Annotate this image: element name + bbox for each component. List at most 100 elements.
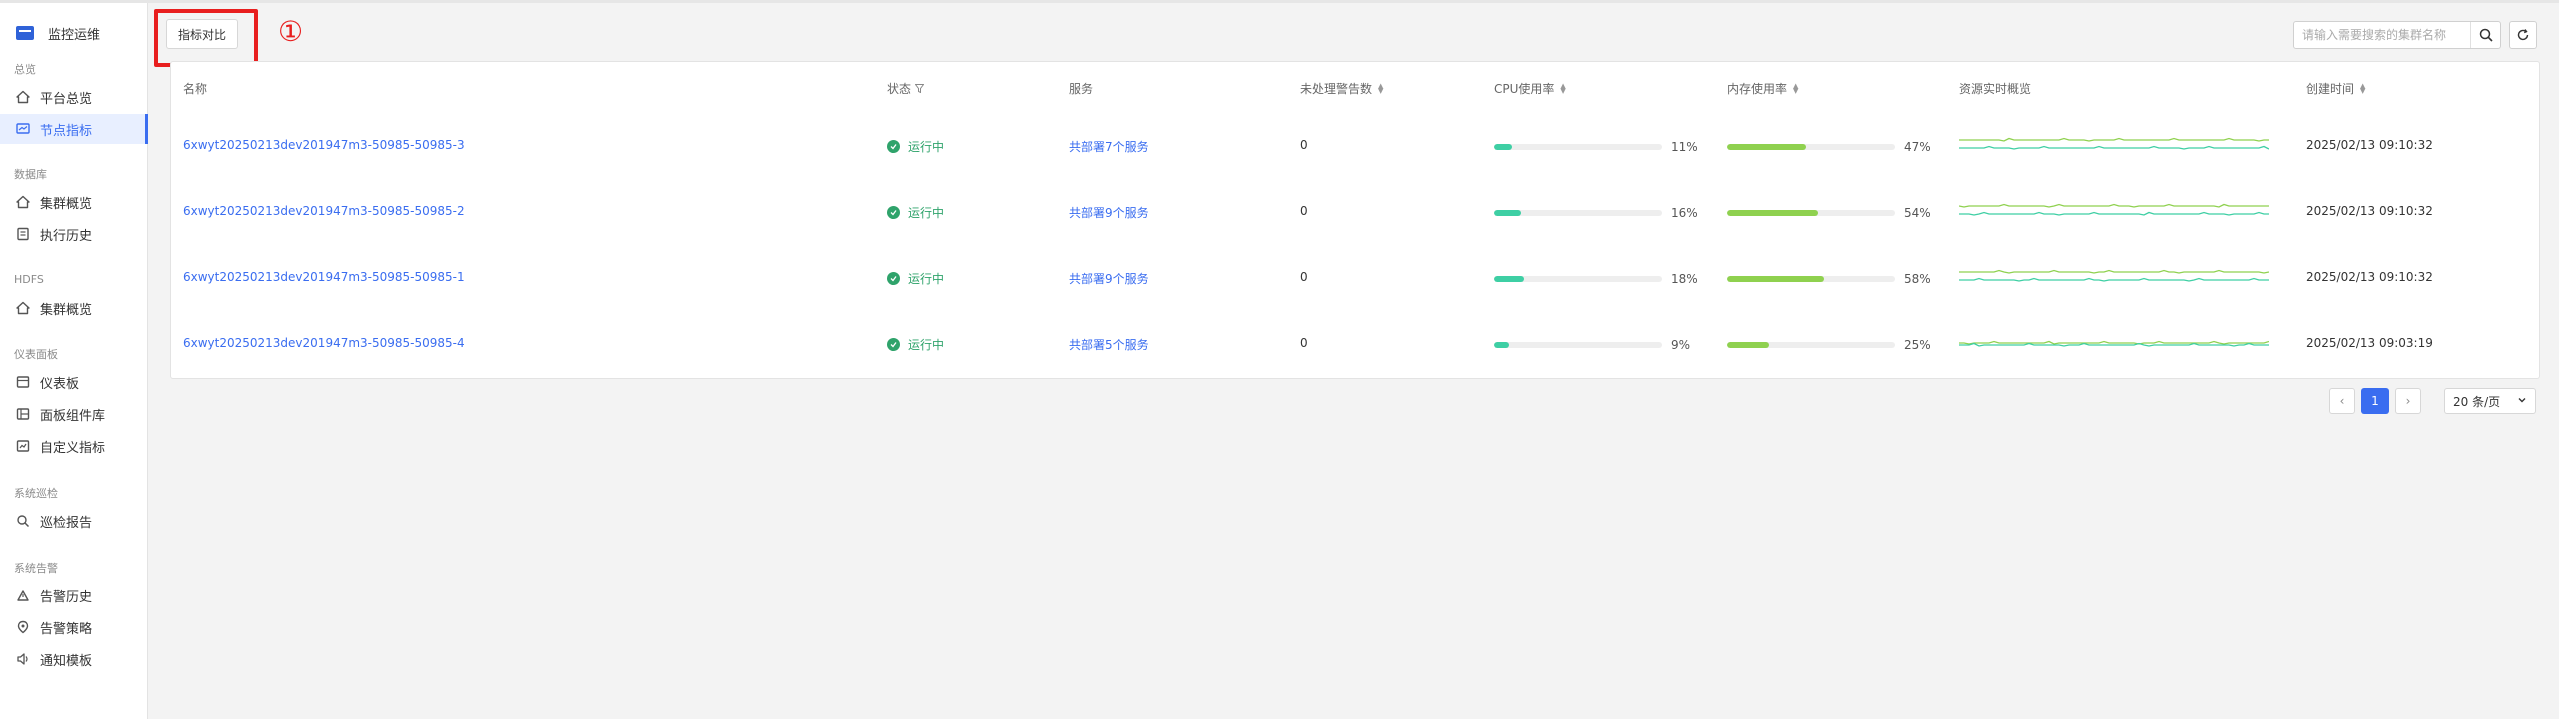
sidebar-group-inspection: 系统巡检	[14, 487, 58, 500]
cluster-search-input[interactable]	[2294, 22, 2470, 48]
column-label: 状态	[887, 82, 912, 96]
memory-usage-value: 25%	[1904, 338, 1931, 352]
filter-icon[interactable]	[914, 82, 925, 96]
service-link[interactable]: 共部署5个服务	[1069, 336, 1149, 353]
cpu-sparkline	[1959, 277, 2269, 282]
running-icon	[887, 140, 900, 153]
report-search-icon	[16, 514, 30, 528]
policy-icon	[16, 620, 30, 634]
sidebar-item-inspection-report[interactable]: 巡检报告	[0, 506, 148, 536]
sidebar-item-label: 自定义指标	[40, 440, 106, 456]
status-text: 运行中	[908, 338, 945, 352]
sidebar-item-custom-metrics[interactable]: 自定义指标	[0, 431, 148, 461]
sidebar-group-database: 数据库	[14, 168, 47, 181]
metric-compare-button[interactable]: 指标对比	[166, 19, 238, 49]
sidebar-group-overview: 总览	[14, 63, 36, 76]
running-icon	[887, 272, 900, 285]
sidebar-group-dashboards: 仪表面板	[14, 348, 58, 361]
sidebar-item-execution-history[interactable]: 执行历史	[0, 219, 148, 249]
resource-sparkline	[1959, 269, 2269, 282]
sidebar-item-alert-policy[interactable]: 告警策略	[0, 612, 148, 642]
status-badge: 运行中	[887, 336, 944, 353]
memory-sparkline	[1959, 269, 2269, 274]
column-alerts[interactable]: 未处理警告数 ▲ ▼	[1300, 80, 1383, 97]
home-icon	[16, 90, 30, 104]
resource-sparkline	[1959, 340, 2269, 347]
memory-usage-bar	[1727, 210, 1895, 216]
table-row: 6xwyt20250213dev201947m3-50985-50985-3 运行…	[171, 114, 2539, 180]
memory-usage-fill	[1727, 144, 1806, 150]
sort-icon[interactable]: ▲ ▼	[1378, 82, 1383, 94]
memory-usage-bar	[1727, 342, 1895, 348]
table-header: 名称 状态 服务 未处理警告数 ▲ ▼ CPU使用率 ▲ ▼ 内存使用率 ▲ ▼ 资源实时概…	[171, 62, 2539, 114]
column-label: 创建时间	[2306, 82, 2355, 96]
node-name-link[interactable]: 6xwyt20250213dev201947m3-50985-50985-4	[183, 336, 465, 350]
cpu-usage-value: 16%	[1671, 206, 1698, 220]
column-realtime: 资源实时概览	[1959, 80, 2031, 97]
column-label: CPU使用率	[1494, 82, 1555, 96]
sidebar-group-hdfs: HDFS	[14, 273, 44, 286]
sort-icon[interactable]: ▲ ▼	[2360, 82, 2365, 94]
cpu-usage-value: 18%	[1671, 272, 1698, 286]
dashboard-icon	[16, 375, 30, 389]
service-link[interactable]: 共部署9个服务	[1069, 270, 1149, 287]
cpu-usage-fill	[1494, 342, 1510, 348]
sidebar-item-label: 平台总览	[40, 91, 93, 107]
cpu-usage-value: 9%	[1671, 338, 1691, 352]
cpu-usage-bar	[1494, 144, 1662, 150]
node-name-link[interactable]: 6xwyt20250213dev201947m3-50985-50985-3	[183, 138, 465, 152]
refresh-icon[interactable]	[2509, 21, 2537, 49]
annotation-marker: ①	[278, 15, 304, 48]
monitor-icon	[16, 122, 30, 136]
memory-usage-fill	[1727, 210, 1818, 216]
search-icon[interactable]	[2470, 22, 2500, 48]
memory-sparkline	[1959, 340, 2269, 345]
sidebar-item-platform-overview[interactable]: 平台总览	[0, 82, 148, 112]
notification-icon	[16, 652, 30, 666]
table-row: 6xwyt20250213dev201947m3-50985-50985-4 运行…	[171, 312, 2539, 378]
column-created[interactable]: 创建时间 ▲ ▼	[2306, 80, 2365, 97]
sidebar-item-node-metrics[interactable]: 节点指标	[0, 114, 148, 144]
running-icon	[887, 206, 900, 219]
cpu-sparkline	[1959, 211, 2269, 216]
sidebar-item-hdfs-cluster-overview[interactable]: 集群概览	[0, 293, 148, 323]
sidebar-item-label: 告警策略	[40, 621, 93, 637]
created-time: 2025/02/13 09:10:32	[2306, 138, 2433, 152]
sidebar-item-label: 面板组件库	[40, 408, 106, 424]
column-label: 服务	[1069, 82, 1094, 96]
sidebar-item-label: 巡检报告	[40, 515, 93, 531]
next-page-button[interactable]: ›	[2395, 388, 2421, 414]
node-name-link[interactable]: 6xwyt20250213dev201947m3-50985-50985-1	[183, 270, 465, 284]
cpu-usage-value: 11%	[1671, 140, 1698, 154]
sidebar-item-dashboard[interactable]: 仪表板	[0, 367, 148, 397]
memory-usage-bar	[1727, 276, 1895, 282]
sidebar-item-label: 集群概览	[40, 196, 93, 212]
memory-usage-value: 47%	[1904, 140, 1931, 154]
service-link[interactable]: 共部署9个服务	[1069, 204, 1149, 221]
cpu-usage-bar	[1494, 210, 1662, 216]
page-size-select[interactable]: 20 条/页	[2444, 388, 2536, 414]
status-badge: 运行中	[887, 138, 944, 155]
column-cpu[interactable]: CPU使用率 ▲ ▼	[1494, 80, 1566, 97]
sidebar-item-notification-template[interactable]: 通知模板	[0, 644, 148, 674]
library-icon	[16, 407, 30, 421]
sidebar-item-db-cluster-overview[interactable]: 集群概览	[0, 187, 148, 217]
sidebar-item-panel-library[interactable]: 面板组件库	[0, 399, 148, 429]
alert-count: 0	[1300, 204, 1308, 218]
column-memory[interactable]: 内存使用率 ▲ ▼	[1727, 80, 1798, 97]
cluster-search	[2293, 21, 2501, 49]
node-name-link[interactable]: 6xwyt20250213dev201947m3-50985-50985-2	[183, 204, 465, 218]
page-1-button[interactable]: 1	[2361, 388, 2389, 414]
app-title: 监控运维	[48, 27, 101, 43]
sort-icon[interactable]: ▲ ▼	[1793, 82, 1798, 94]
resource-sparkline	[1959, 137, 2269, 150]
column-status[interactable]: 状态	[887, 80, 925, 97]
cpu-usage-bar	[1494, 276, 1662, 282]
resource-sparkline	[1959, 203, 2269, 216]
column-service: 服务	[1069, 80, 1093, 97]
sidebar-item-alert-history[interactable]: 告警历史	[0, 580, 148, 610]
alert-count: 0	[1300, 270, 1308, 284]
prev-page-button[interactable]: ‹	[2329, 388, 2355, 414]
service-link[interactable]: 共部署7个服务	[1069, 138, 1149, 155]
sort-icon[interactable]: ▲ ▼	[1560, 82, 1565, 94]
